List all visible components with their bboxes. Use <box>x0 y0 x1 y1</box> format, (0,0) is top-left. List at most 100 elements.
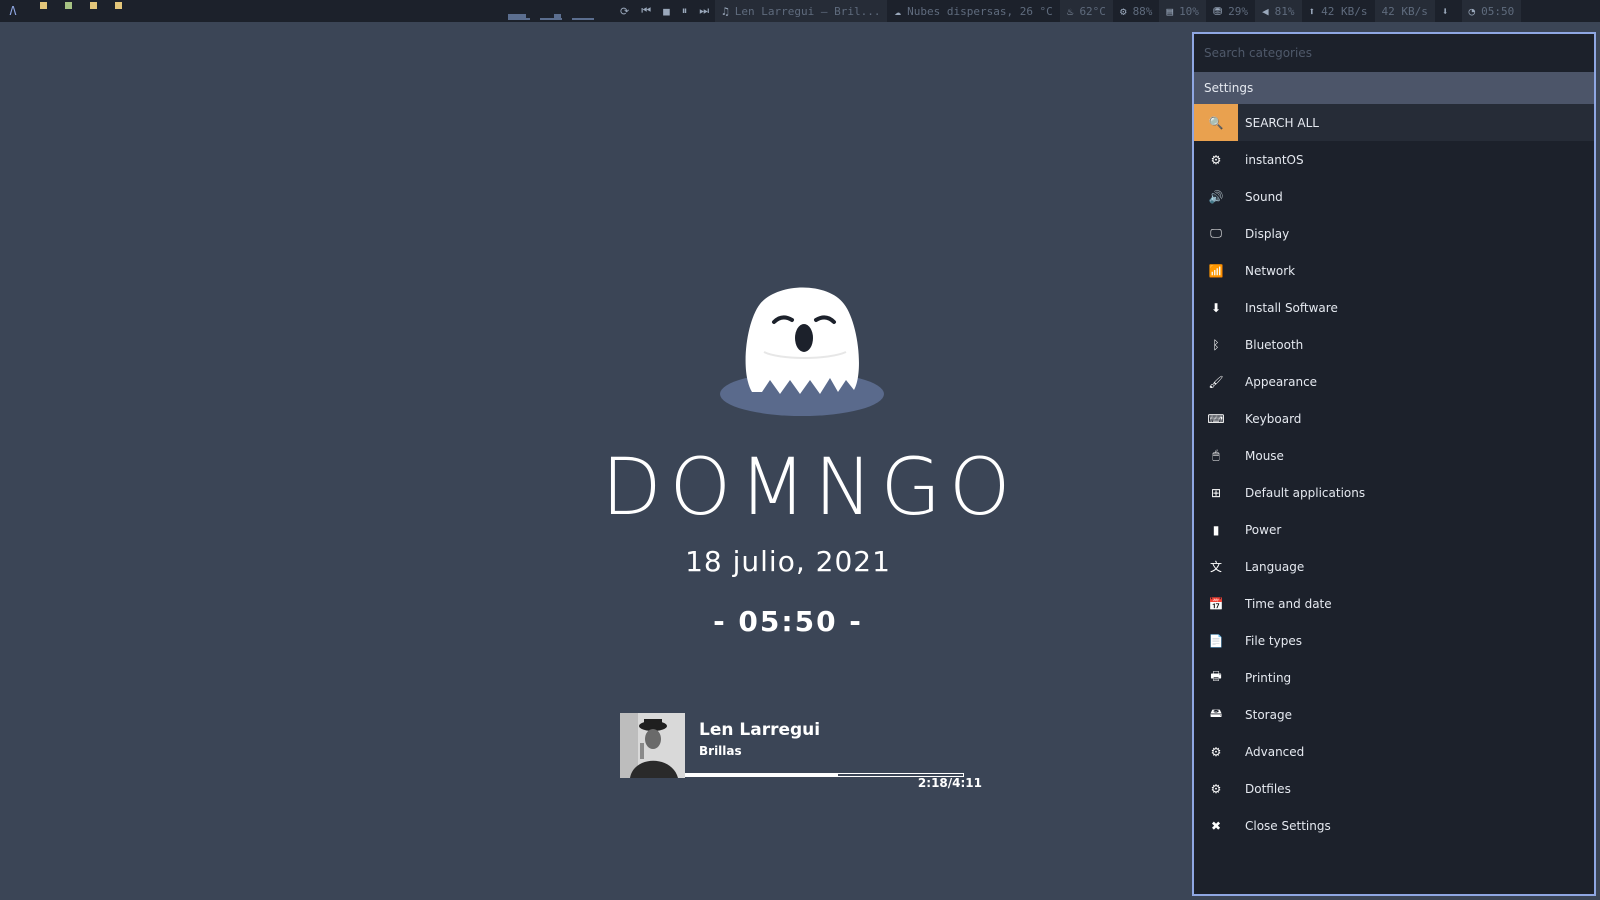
upload-icon: ⬆ <box>1308 4 1316 18</box>
repeat-icon[interactable]: ⟳ <box>614 5 635 18</box>
battery-icon: ▮ <box>1212 522 1220 537</box>
status-clock[interactable]: ⬇ <box>1435 0 1462 22</box>
hdd-icon: 🖴 <box>1209 706 1223 720</box>
menu-header: Settings <box>1194 72 1594 104</box>
settings-item-install-software[interactable]: ⬇ Install Software <box>1194 289 1594 326</box>
gear-icon: ⚙ <box>1210 152 1222 167</box>
settings-item-mouse[interactable]: 🖱 Mouse <box>1194 437 1594 474</box>
track-artist: Len Larregui <box>699 720 821 740</box>
settings-item-sound[interactable]: 🔊 Sound <box>1194 178 1594 215</box>
file-icon: 📄 <box>1208 633 1224 648</box>
temperature-icon: ♨ <box>1066 4 1074 18</box>
settings-item-label: Language <box>1245 559 1305 574</box>
settings-item-display[interactable]: 🖵 Display <box>1194 215 1594 252</box>
window-indicator-2[interactable] <box>540 8 562 20</box>
search-bar <box>1194 34 1594 72</box>
settings-item-bluetooth[interactable]: ᛒ Bluetooth <box>1194 326 1594 363</box>
settings-item-storage[interactable]: 🖴 Storage <box>1194 696 1594 733</box>
settings-item-label: Dotfiles <box>1245 781 1291 796</box>
workspace-tag-1[interactable] <box>40 2 47 9</box>
pause-icon[interactable]: ⏸ <box>676 4 694 18</box>
settings-item-default-applications[interactable]: ⊞ Default applications <box>1194 474 1594 511</box>
window-indicator-1[interactable] <box>508 8 530 20</box>
stop-icon[interactable]: ■ <box>657 5 676 18</box>
settings-item-network[interactable]: 📶 Network <box>1194 252 1594 289</box>
language-icon: 文 <box>1209 560 1222 574</box>
settings-item-dotfiles[interactable]: ⚙ Dotfiles <box>1194 770 1594 807</box>
settings-item-label: instantOS <box>1245 152 1304 167</box>
settings-item-file-types[interactable]: 📄 File types <box>1194 622 1594 659</box>
workspace-tag-2[interactable] <box>65 2 72 9</box>
status-disk[interactable]: ⛃ 29% <box>1206 0 1255 22</box>
window-indicator-3[interactable] <box>572 8 594 20</box>
monitor-icon: 🖵 <box>1210 226 1222 240</box>
ghost-icon <box>720 287 884 416</box>
wifi-icon: 📶 <box>1208 263 1224 278</box>
window-indicators <box>508 8 594 20</box>
settings-item-label: Default applications <box>1245 485 1366 500</box>
settings-item-time-and-date[interactable]: 📅 Time and date <box>1194 585 1594 622</box>
status-value: 42 KB/s <box>1321 4 1368 18</box>
album-cover <box>620 713 685 778</box>
settings-item-printing[interactable]: 🖶 Printing <box>1194 659 1594 696</box>
settings-item-label: Advanced <box>1245 744 1305 759</box>
status-value: Nubes dispersas, 26 °C <box>907 4 1053 18</box>
settings-item-close-settings[interactable]: ✖ Close Settings <box>1194 807 1594 844</box>
volume-icon: ◀ <box>1262 4 1269 18</box>
settings-item-label: Network <box>1245 263 1296 278</box>
date-text: 18 julio, 2021 <box>685 545 891 578</box>
status-area: ⟳ ⏮ ■ ⏸ ⏭ ♫ Len Larregui – Bril... ☁ Nubes dispe… <box>614 0 1522 22</box>
status-cpu[interactable]: ⚙ 88% <box>1113 0 1160 22</box>
status-upload[interactable]: ⬆ 42 KB/s <box>1302 0 1375 22</box>
status-volume[interactable]: ◀ 81% <box>1255 0 1302 22</box>
gear-icon: ⚙ <box>1210 781 1222 796</box>
status-value: 29% <box>1228 4 1249 18</box>
settings-item-label: Printing <box>1245 670 1292 685</box>
status-value: 42 KB/s <box>1381 4 1428 18</box>
workspace-tag-3[interactable] <box>90 2 97 9</box>
status-download-speed[interactable]: 42 KB/s <box>1374 0 1435 22</box>
time-icon: ◔ <box>1468 4 1476 18</box>
settings-item-label: Time and date <box>1245 596 1332 611</box>
weather-icon: ☁ <box>894 4 902 18</box>
clock-icon: ⬇ <box>1441 4 1449 18</box>
download-icon: ⬇ <box>1210 300 1222 315</box>
settings-item-label: Power <box>1245 522 1282 537</box>
workspace-tag-4[interactable] <box>115 2 122 9</box>
music-icon: ♫ <box>722 4 729 18</box>
keyboard-icon: ⌨ <box>1207 411 1225 426</box>
mouse-icon: 🖱 <box>1212 448 1220 462</box>
settings-item-search-all[interactable]: 🔍 SEARCH ALL <box>1194 104 1594 141</box>
settings-item-appearance[interactable]: 🖌 Appearance <box>1194 363 1594 400</box>
brush-icon: 🖌 <box>1208 374 1224 389</box>
settings-item-label: File types <box>1245 633 1302 648</box>
previous-icon[interactable]: ⏮ <box>635 4 657 18</box>
status-value: Len Larregui – Bril... <box>734 4 881 18</box>
status-value: 81% <box>1274 4 1295 18</box>
settings-item-instantos[interactable]: ⚙ instantOS <box>1194 141 1594 178</box>
settings-list: 🔍 SEARCH ALL ⚙ instantOS 🔊 Sound 🖵 Display 📶 Netw… <box>1194 104 1594 844</box>
settings-item-label: Install Software <box>1245 300 1338 315</box>
clock-text: - 05:50 - <box>713 605 863 638</box>
settings-item-keyboard[interactable]: ⌨ Keyboard <box>1194 400 1594 437</box>
settings-item-language[interactable]: 文 Language <box>1194 548 1594 585</box>
next-icon[interactable]: ⏭ <box>693 4 715 18</box>
search-input[interactable] <box>1202 45 1586 61</box>
settings-item-label: SEARCH ALL <box>1245 115 1319 130</box>
status-music[interactable]: ♫ Len Larregui – Bril... <box>715 0 888 22</box>
status-memory[interactable]: ▤ 10% <box>1159 0 1206 22</box>
instantos-logo[interactable]: Λ <box>0 0 26 22</box>
status-weather[interactable]: ☁ Nubes dispersas, 26 °C <box>887 0 1059 22</box>
settings-item-label: Mouse <box>1245 448 1284 463</box>
status-value: 62°C <box>1079 4 1106 18</box>
settings-item-label: Sound <box>1245 189 1283 204</box>
speaker-icon: 🔊 <box>1208 189 1224 204</box>
settings-item-label: Display <box>1245 226 1290 241</box>
status-temperature[interactable]: ♨ 62°C <box>1059 0 1113 22</box>
disk-icon: ⛃ <box>1212 4 1223 18</box>
status-value: 88% <box>1132 4 1153 18</box>
track-title: Brillas <box>699 744 742 758</box>
settings-item-advanced[interactable]: ⚙ Advanced <box>1194 733 1594 770</box>
status-time[interactable]: ◔ 05:50 <box>1461 0 1522 22</box>
settings-item-power[interactable]: ▮ Power <box>1194 511 1594 548</box>
